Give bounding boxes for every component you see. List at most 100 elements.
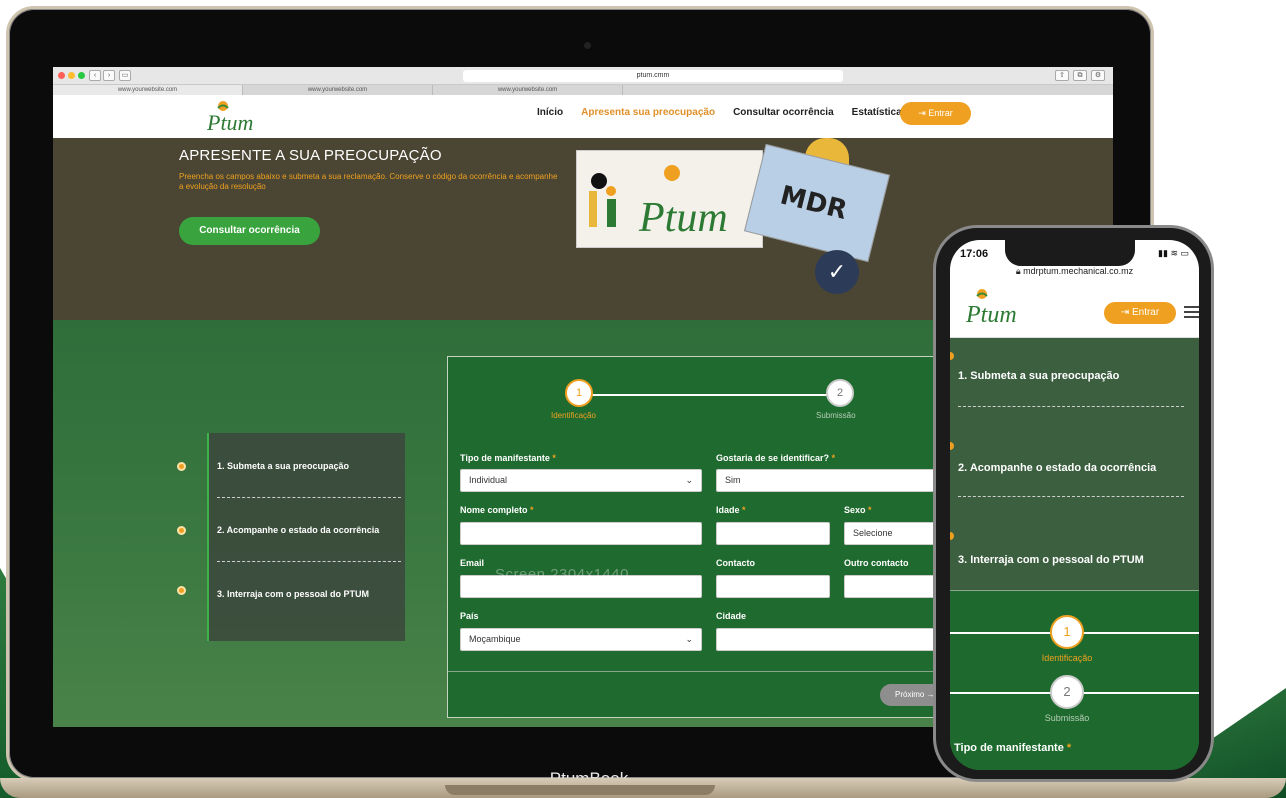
browser-toolbar: ‹ › ▭ ptum.cmm ⇧ ⧉ ⚙ — [53, 67, 1113, 85]
window-controls — [58, 72, 85, 79]
stepper-step-2[interactable]: 2 — [1050, 675, 1084, 709]
logo-text: Ptum — [965, 302, 1017, 328]
hero-title: APRESENTE A SUA PREOCUPAÇÃO — [179, 147, 442, 164]
phone-tipo-label: Tipo de manifestante * — [954, 742, 1072, 754]
phone-screen: 17:06 ▮▮ ≋ ▭ 🔒︎ mdrptum.mechanical.co.mz… — [950, 240, 1199, 770]
stepper-label-2: Submissão — [1044, 713, 1090, 723]
sexo-label: Sexo * — [844, 505, 872, 515]
hero-subtitle: Preencha os campos abaixo e submeta a su… — [179, 172, 558, 191]
nav-inicio[interactable]: Início — [537, 107, 563, 118]
tipo-label: Tipo de manifestante * — [460, 453, 556, 463]
phone-status-bar: 17:06 ▮▮ ≋ ▭ 🔒︎ mdrptum.mechanical.co.mz — [950, 240, 1199, 280]
stepper-step-2[interactable]: 2 — [826, 379, 854, 407]
entrar-button[interactable]: ⇥ Entrar — [900, 102, 971, 125]
phone-url[interactable]: 🔒︎ mdrptum.mechanical.co.mz — [950, 266, 1199, 277]
settings-icon[interactable]: ⚙ — [1091, 70, 1105, 81]
contacto-label: Contacto — [716, 558, 755, 568]
step-bullet-icon — [177, 586, 186, 595]
browser-tab[interactable]: www.yourwebsite.com — [53, 85, 243, 95]
phone-step-3: 3. Interraja com o pessoal do PTUM — [958, 554, 1144, 566]
idade-input[interactable] — [716, 522, 830, 545]
phone-time: 17:06 — [960, 248, 989, 260]
identificar-label: Gostaria de se identificar? * — [716, 453, 836, 463]
phone-step-2: 2. Acompanhe o estado da ocorrência — [958, 462, 1157, 474]
nav-apresenta[interactable]: Apresenta sua preocupação — [581, 107, 715, 118]
step-bullet-icon — [177, 462, 186, 471]
step-item-3: 3. Interraja com o pessoal do PTUM — [217, 589, 370, 599]
laptop-camera — [584, 42, 591, 49]
step-bullet-icon — [950, 532, 954, 540]
address-bar[interactable]: ptum.cmm — [463, 70, 843, 82]
share-icon[interactable]: ⇧ — [1055, 70, 1069, 81]
steps-panel: 1. Submeta a sua preocupação 2. Acompanh… — [207, 433, 405, 641]
chevron-down-icon: ⌄ — [685, 634, 693, 644]
stepper-label-1: Identificação — [1041, 653, 1093, 663]
chevron-down-icon: ⌄ — [685, 475, 693, 485]
back-icon[interactable]: ‹ — [89, 70, 101, 81]
step-divider — [217, 561, 401, 562]
step-bullet-icon — [950, 442, 954, 450]
step-item-1: 1. Submeta a sua preocupação — [217, 461, 350, 471]
outro-contacto-input[interactable] — [844, 575, 946, 598]
minimize-icon[interactable] — [68, 72, 75, 79]
browser-tab[interactable]: www.yourwebsite.com — [243, 85, 433, 95]
contacto-input[interactable] — [716, 575, 830, 598]
hamburger-menu-icon[interactable] — [1184, 306, 1199, 321]
stepper-label-2: Submissão — [816, 411, 856, 420]
pais-label: País — [460, 611, 479, 621]
sexo-select[interactable]: Selecione — [844, 522, 946, 545]
step-bullet-icon — [177, 526, 186, 535]
screen-watermark: Screen 2304x1440 — [495, 566, 629, 583]
maximize-icon[interactable] — [78, 72, 85, 79]
signal-wifi-battery-icon: ▮▮ ≋ ▭ — [1158, 248, 1189, 258]
pais-select[interactable]: Moçambique ⌄ — [460, 628, 702, 651]
stepper-line — [580, 394, 842, 396]
complaint-form: 1 2 Identificação Submissão Tipo de mani… — [447, 356, 947, 718]
email-label: Email — [460, 558, 485, 568]
entrar-label: Entrar — [928, 108, 953, 118]
step-divider — [958, 496, 1184, 497]
nav-consultar[interactable]: Consultar ocorrência — [733, 107, 834, 118]
step-bullet-icon — [950, 352, 954, 360]
phone-form: 1 Identificação 2 Submissão Tipo de mani… — [950, 590, 1199, 770]
form-divider — [448, 671, 946, 672]
consultar-ocorrencia-button[interactable]: Consultar ocorrência — [179, 217, 320, 245]
site-header: Ptum Início Apresenta sua preocupação Co… — [53, 95, 1113, 138]
tabs-icon[interactable]: ⧉ — [1073, 70, 1087, 81]
outro-contacto-label: Outro contacto — [844, 558, 909, 568]
step-item-2: 2. Acompanhe o estado da ocorrência — [217, 525, 380, 535]
phone-site-header: Ptum ⇥ Entrar — [950, 280, 1199, 338]
stepper-step-1[interactable]: 1 — [1050, 615, 1084, 649]
tipo-select[interactable]: Individual ⌄ — [460, 469, 702, 492]
cidade-label: Cidade — [716, 611, 747, 621]
browser-tabs: www.yourwebsite.com www.yourwebsite.com … — [53, 85, 1113, 95]
sidebar-icon[interactable]: ▭ — [119, 70, 131, 81]
mdr-card: MDR — [744, 143, 890, 263]
phone-frame: 17:06 ▮▮ ≋ ▭ 🔒︎ mdrptum.mechanical.co.mz… — [933, 225, 1214, 782]
step-divider — [958, 406, 1184, 407]
laptop-hinge — [445, 785, 715, 795]
login-icon: ⇥ — [1120, 307, 1132, 318]
identificar-select[interactable]: Sim — [716, 469, 946, 492]
close-icon[interactable] — [58, 72, 65, 79]
card-logo-text: Ptum — [638, 195, 728, 241]
stepper-label-1: Identificação — [551, 411, 596, 420]
main-nav: Início Apresenta sua preocupação Consult… — [537, 107, 907, 118]
ptum-logo[interactable]: Ptum — [964, 286, 1020, 328]
forward-icon[interactable]: › — [103, 70, 115, 81]
logo-text: Ptum — [206, 110, 253, 135]
hero-logo-card: Ptum — [576, 150, 763, 248]
nav-estatisticas[interactable]: Estatísticas — [852, 107, 908, 118]
cidade-input[interactable] — [716, 628, 946, 651]
login-icon: ⇥ — [918, 108, 929, 118]
browser-tab[interactable]: www.yourwebsite.com — [433, 85, 623, 95]
nome-input[interactable] — [460, 522, 702, 545]
idade-label: Idade * — [716, 505, 746, 515]
phone-steps-panel: 1. Submeta a sua preocupação 2. Acompanh… — [950, 338, 1199, 590]
mdr-label: MDR — [777, 180, 850, 226]
phone-entrar-button[interactable]: ⇥ Entrar — [1104, 302, 1176, 324]
nome-label: Nome completo * — [460, 505, 534, 515]
stepper-step-1[interactable]: 1 — [565, 379, 593, 407]
ptum-logo[interactable]: Ptum — [203, 99, 263, 135]
step-divider — [217, 497, 401, 498]
